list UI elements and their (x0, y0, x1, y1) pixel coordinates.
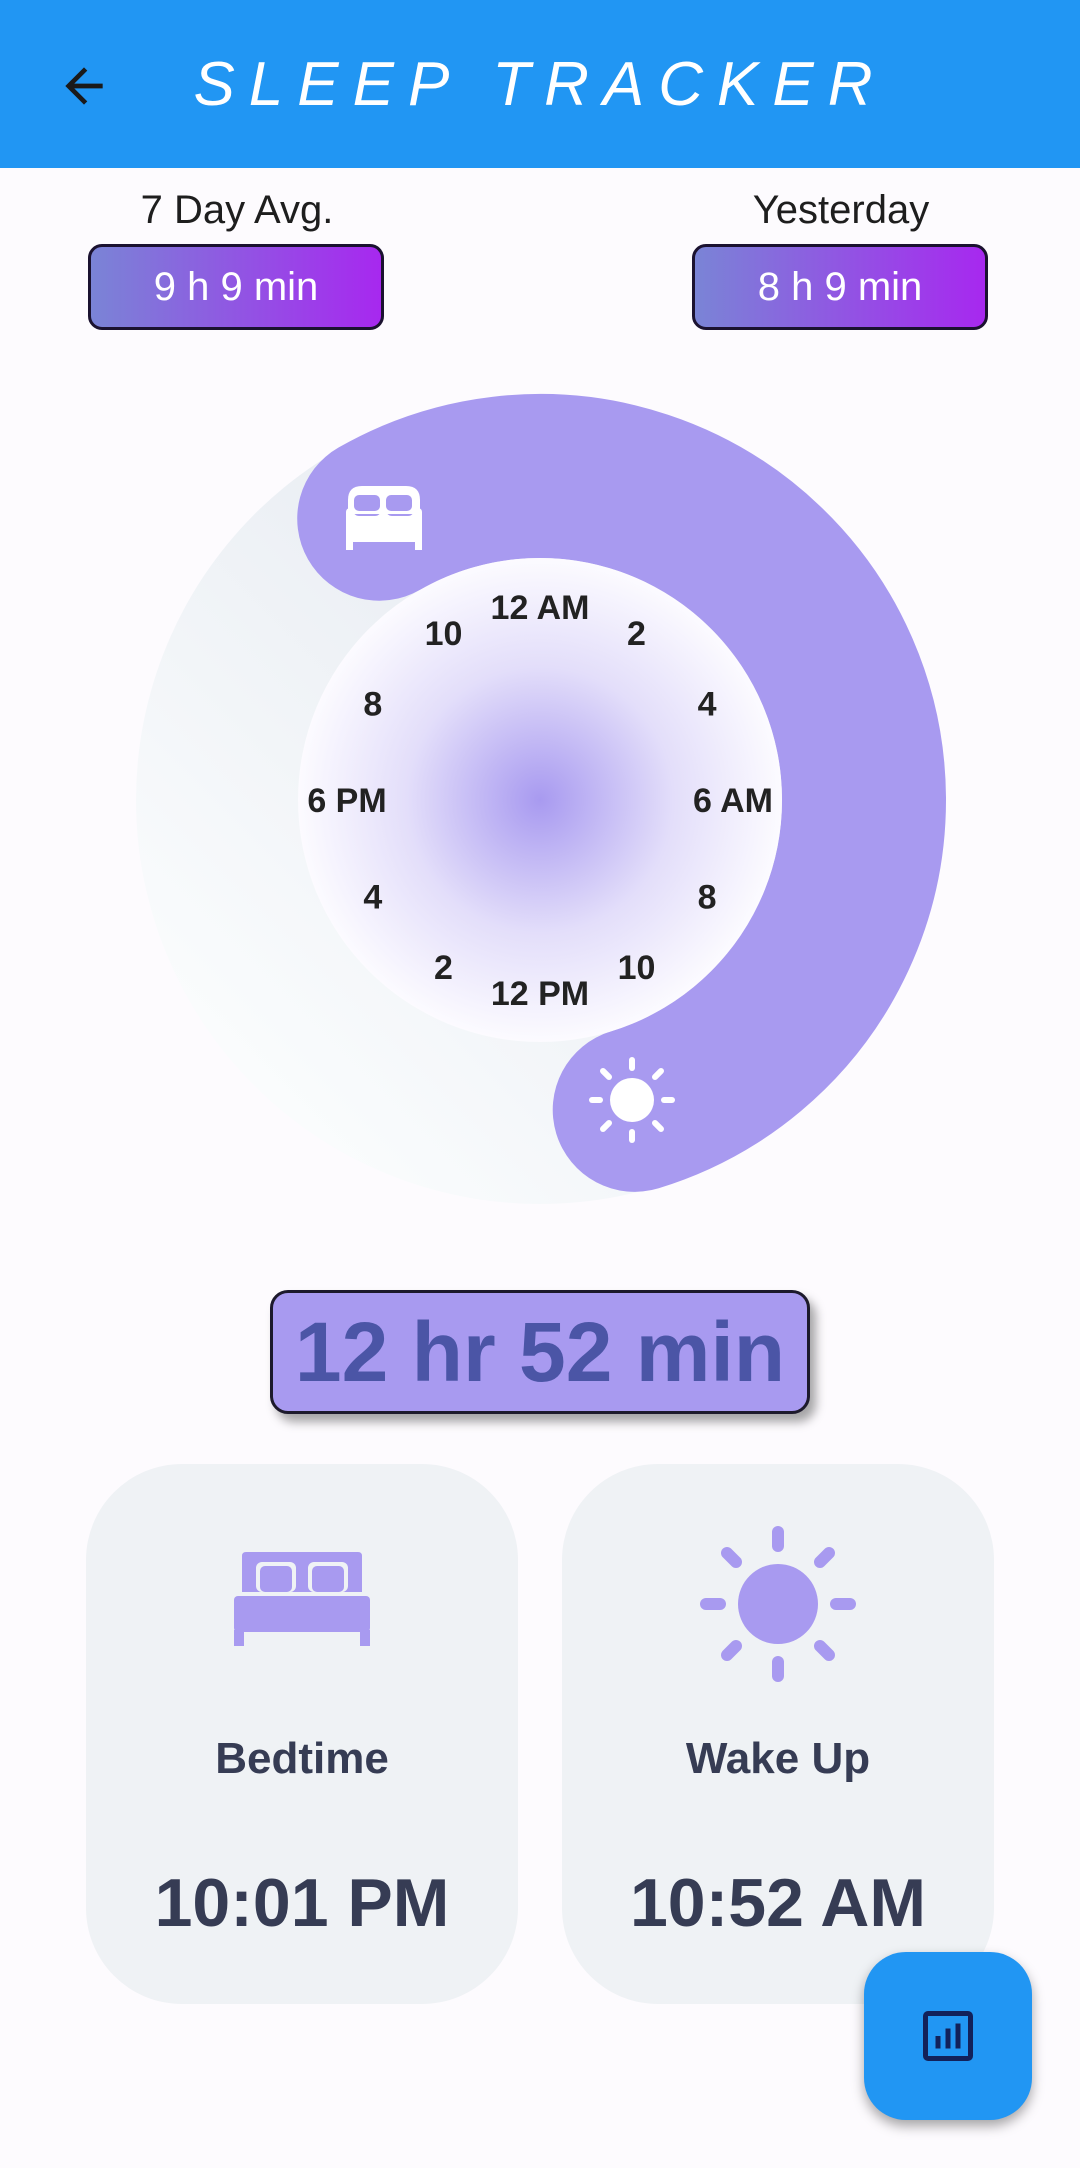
sleep-dial: 12 AM 2 4 6 AM 8 10 12 PM 2 4 6 PM 8 10 (136, 394, 946, 1204)
hour-label: 8 (698, 879, 717, 917)
yesterday-label: Yesterday (752, 188, 930, 232)
hour-label: 10 (425, 615, 463, 653)
bar-chart-icon (923, 2011, 973, 2061)
hour-label: 12 PM (491, 975, 589, 1013)
hour-label: 12 AM (491, 589, 590, 627)
bedtime-title: Bedtime (215, 1734, 389, 1783)
back-button[interactable] (48, 50, 120, 122)
arrow-back-icon (65, 67, 103, 105)
bedtime-card[interactable]: Bedtime 10:01 PM (86, 1464, 518, 2004)
bed-icon (346, 486, 422, 550)
wakeup-title: Wake Up (685, 1734, 871, 1783)
hour-label: 10 (618, 949, 656, 987)
hour-label: 6 AM (693, 782, 773, 820)
avg-value-badge: 9 h 9 min (88, 244, 384, 330)
sun-icon (700, 1526, 856, 1682)
bedtime-time: 10:01 PM (154, 1865, 450, 1941)
hour-label: 2 (434, 949, 453, 987)
hour-label: 8 (363, 686, 382, 724)
hour-label: 4 (698, 686, 717, 724)
hour-label: 4 (363, 879, 382, 917)
avg-label: 7 Day Avg. (140, 188, 334, 232)
yesterday-value-badge: 8 h 9 min (692, 244, 988, 330)
wakeup-card[interactable]: Wake Up 10:52 AM (562, 1464, 994, 2004)
wakeup-time: 10:52 AM (629, 1865, 927, 1941)
sleep-duration-badge: 12 hr 52 min (270, 1290, 810, 1414)
page-title: SLEEP TRACKER (193, 49, 887, 119)
bedtime-handle[interactable] (346, 486, 422, 550)
bed-icon (234, 1552, 370, 1646)
app-bar: SLEEP TRACKER (0, 0, 1080, 168)
hour-label: 2 (627, 615, 646, 653)
dial-graphic: 12 AM 2 4 6 AM 8 10 12 PM 2 4 6 PM 8 10 (136, 394, 946, 1204)
statistics-fab[interactable] (864, 1952, 1032, 2120)
hour-label: 6 PM (307, 782, 386, 820)
